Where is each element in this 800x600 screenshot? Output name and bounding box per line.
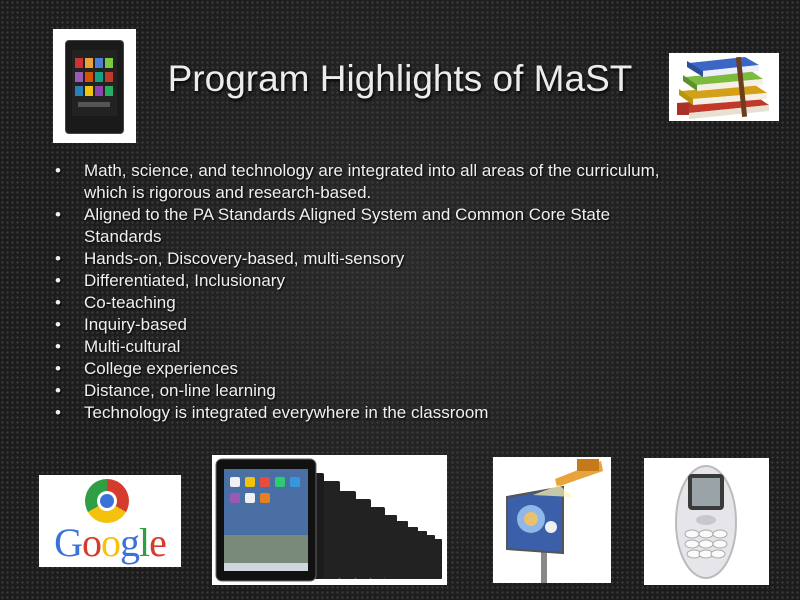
bullet-text: Technology is integrated everywhere in t… <box>84 403 489 422</box>
list-item: • Math, science, and technology are inte… <box>55 160 755 204</box>
billboard-image <box>493 457 611 583</box>
list-item: • Inquiry-based <box>55 314 755 336</box>
bullet-icon: • <box>55 403 61 422</box>
bullet-text: Distance, on-line learning <box>84 381 276 400</box>
bullet-icon: • <box>55 359 61 378</box>
list-item: • Technology is integrated everywhere in… <box>55 402 755 424</box>
bullet-icon: • <box>55 205 61 224</box>
bullet-text: Co-teaching <box>84 293 176 312</box>
google-logo-image: Google <box>39 475 181 567</box>
bullet-text: Multi-cultural <box>84 337 181 356</box>
bullet-text: College experiences <box>84 359 239 378</box>
bullet-text: Standards <box>84 227 162 246</box>
books-image <box>669 53 779 121</box>
bullet-icon: • <box>55 161 61 180</box>
chrome-icon <box>85 479 129 523</box>
highlights-list: • Math, science, and technology are inte… <box>55 160 755 424</box>
bullet-icon: • <box>55 315 61 334</box>
bullet-text: Math, science, and technology are integr… <box>84 161 660 180</box>
bullet-icon: • <box>55 337 61 356</box>
bullet-text: Hands-on, Discovery-based, multi-sensory <box>84 249 405 268</box>
list-item: • Multi-cultural <box>55 336 755 358</box>
books-icon <box>677 56 769 119</box>
bullet-icon: • <box>55 271 61 290</box>
bullet-text: Differentiated, Inclusionary <box>84 271 285 290</box>
list-item: • Distance, on-line learning <box>55 380 755 402</box>
bullet-text: Aligned to the PA Standards Aligned Syst… <box>84 205 611 224</box>
bullet-icon: • <box>55 249 61 268</box>
ipad-row-image <box>212 455 447 585</box>
mobile-phone-image <box>644 458 769 585</box>
billboard-icon <box>506 459 603 583</box>
list-item: • Hands-on, Discovery-based, multi-senso… <box>55 248 755 270</box>
list-item: • Co-teaching <box>55 292 755 314</box>
list-item: • Aligned to the PA Standards Aligned Sy… <box>55 204 755 248</box>
bullet-text: Inquiry-based <box>84 315 188 334</box>
phone-icon <box>675 465 737 579</box>
bullet-icon: • <box>55 293 61 312</box>
bullet-text: which is rigorous and research-based. <box>84 183 372 202</box>
google-wordmark: Google <box>54 520 167 565</box>
bullet-icon: • <box>55 381 61 400</box>
ipad-icon <box>215 458 442 582</box>
list-item: • College experiences <box>55 358 755 380</box>
list-item: • Differentiated, Inclusionary <box>55 270 755 292</box>
